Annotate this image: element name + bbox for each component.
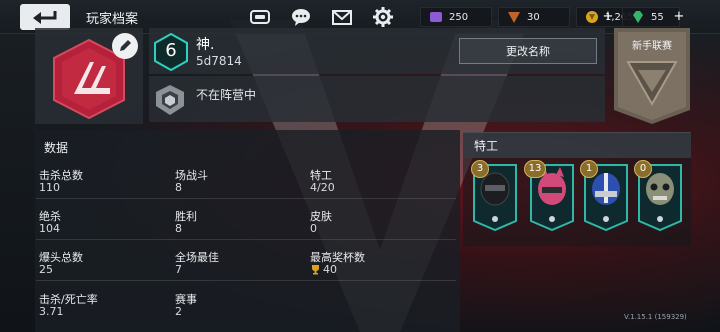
stat-divider bbox=[36, 280, 456, 281]
agents-title: 特工 bbox=[474, 139, 499, 153]
agent-level-badge: 0 bbox=[634, 160, 652, 178]
trophy-icon bbox=[312, 265, 319, 275]
green-gem-value: 55 bbox=[651, 11, 664, 23]
stat-value-max-trophies: 40 bbox=[323, 263, 337, 276]
back-button[interactable] bbox=[20, 4, 70, 30]
mail-icon[interactable] bbox=[331, 6, 353, 28]
stat-value-mvp: 7 bbox=[175, 263, 182, 276]
gem-plus-button[interactable]: + bbox=[672, 7, 686, 27]
back-arrow-icon bbox=[33, 11, 57, 24]
stat-value-wins: 8 bbox=[175, 222, 182, 235]
player-id: 5d7814 bbox=[196, 54, 242, 68]
league-label: 新手联赛 bbox=[632, 41, 672, 52]
gear-icon[interactable] bbox=[372, 6, 394, 28]
green-gem-icon bbox=[633, 11, 643, 23]
player-level: 6 bbox=[165, 40, 177, 61]
stat-value-finishers: 104 bbox=[39, 222, 60, 235]
chat-icon[interactable] bbox=[290, 6, 312, 28]
page-title: 玩家档案 bbox=[86, 12, 139, 27]
bronze-token-counter[interactable]: 30 bbox=[498, 7, 570, 27]
stat-divider bbox=[36, 239, 456, 240]
stat-divider bbox=[36, 198, 456, 199]
purple-currency-counter[interactable]: 250 bbox=[420, 7, 492, 27]
pencil-icon bbox=[120, 40, 131, 51]
player-name: 神. bbox=[196, 37, 215, 53]
gold-plus-button[interactable]: + bbox=[601, 7, 615, 27]
agent-level-badge: 1 bbox=[580, 160, 598, 178]
gold-coin-icon bbox=[586, 11, 598, 23]
stat-value-agents: 4/20 bbox=[310, 181, 335, 194]
bronze-token-value: 30 bbox=[527, 11, 540, 23]
camp-status: 不在阵营中 bbox=[196, 88, 257, 102]
purple-currency-value: 250 bbox=[449, 11, 469, 23]
gamepad-icon[interactable] bbox=[249, 6, 271, 28]
stat-value-battles: 8 bbox=[175, 181, 182, 194]
stats-title: 数据 bbox=[44, 141, 69, 155]
stats-panel bbox=[35, 130, 460, 332]
camp-shield-icon bbox=[156, 85, 184, 115]
bronze-token-icon bbox=[508, 12, 520, 23]
stat-value-skins: 0 bbox=[310, 222, 317, 235]
stat-label-max-trophies: 最高奖杯数 bbox=[310, 251, 365, 264]
agent-level-badge: 13 bbox=[524, 160, 546, 178]
agent-level-badge: 3 bbox=[471, 160, 489, 178]
purple-currency-icon bbox=[430, 12, 442, 22]
rename-button[interactable]: 更改名称 bbox=[459, 38, 597, 64]
stat-value-kd-ratio: 3.71 bbox=[39, 305, 64, 318]
version-label: V.1.15.1 (159329) bbox=[624, 313, 687, 321]
stat-value-events: 2 bbox=[175, 305, 182, 318]
stat-value-total-kills: 110 bbox=[39, 181, 60, 194]
stat-value-headshots: 25 bbox=[39, 263, 53, 276]
edit-avatar-button[interactable] bbox=[112, 33, 138, 59]
